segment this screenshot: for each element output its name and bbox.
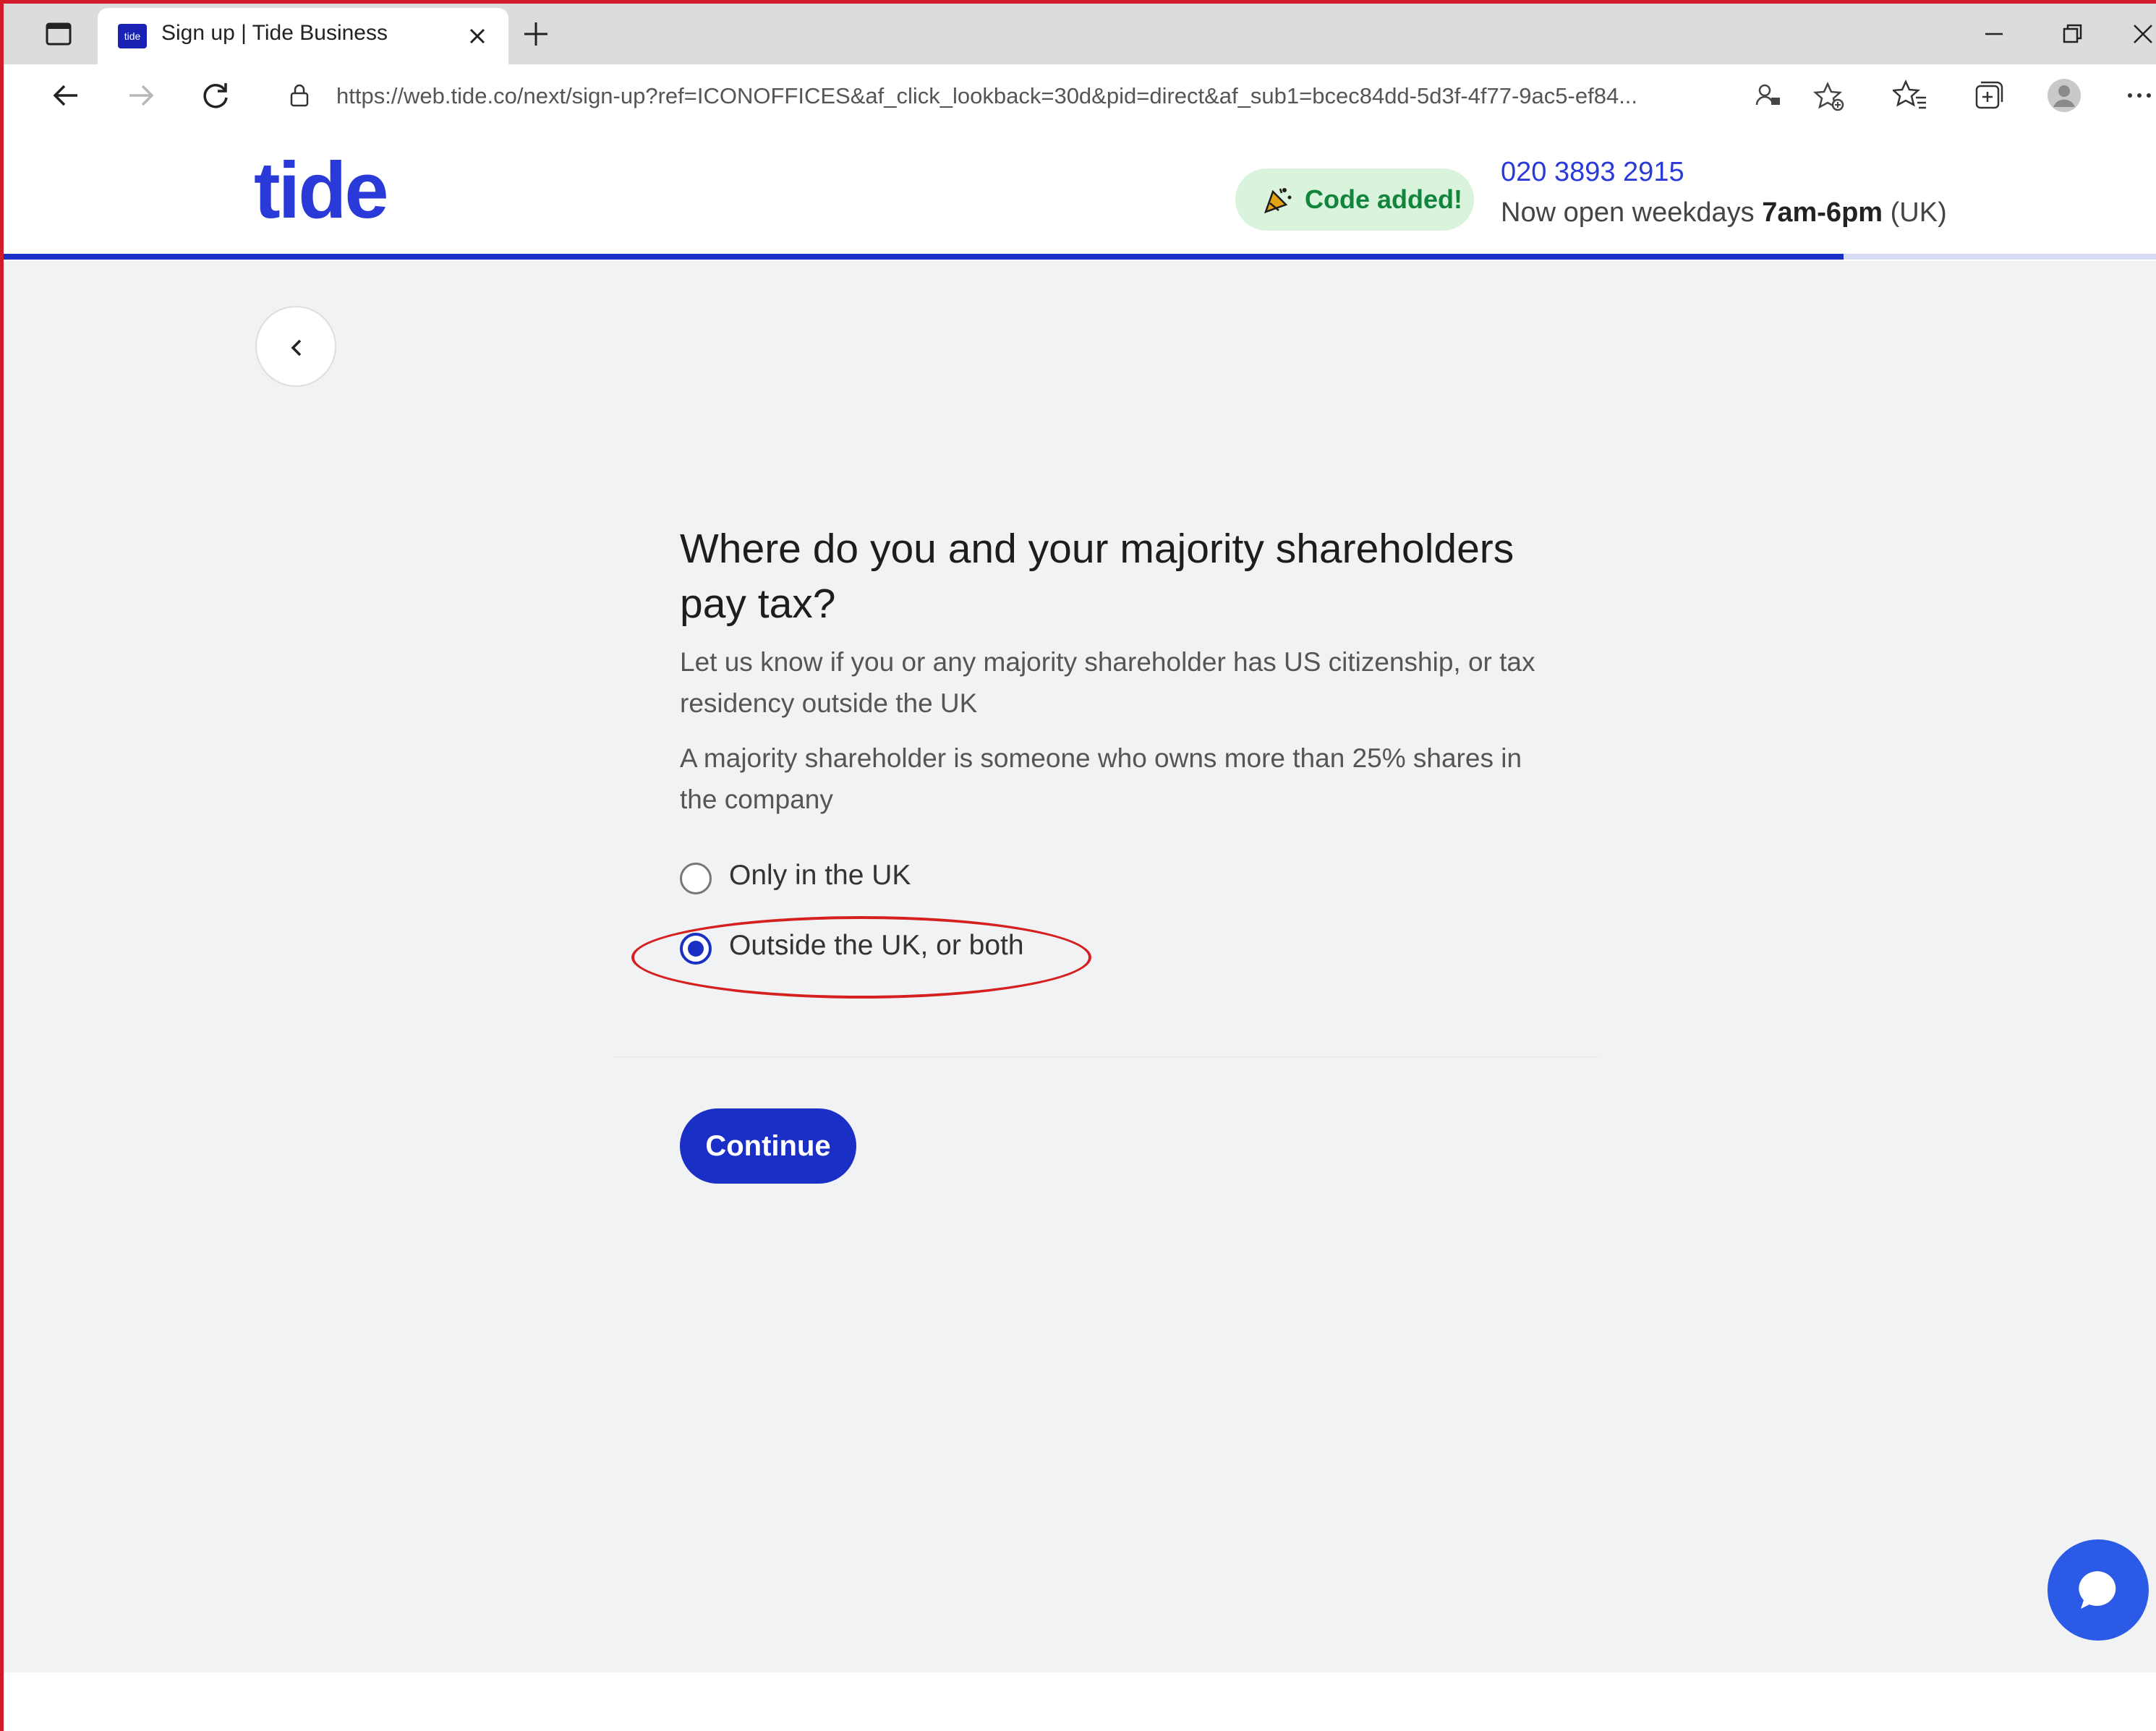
code-added-text: Code added! bbox=[1305, 184, 1463, 214]
tide-logo[interactable]: tide bbox=[254, 151, 389, 231]
refresh-icon[interactable] bbox=[197, 77, 234, 114]
annotation-ellipse bbox=[631, 916, 1091, 999]
arrow-right-icon[interactable] bbox=[122, 77, 158, 114]
tide-favicon-icon: tide bbox=[118, 24, 147, 48]
radio-label[interactable]: Only in the UK bbox=[729, 860, 911, 892]
close-icon[interactable] bbox=[465, 24, 490, 48]
description-majority-shareholder: A majority shareholder is someone who ow… bbox=[680, 743, 1522, 814]
browser-window: tide Sign up | Tide Business https://web… bbox=[0, 0, 2156, 1731]
party-popper-icon bbox=[1263, 184, 1293, 215]
site-header: tide Code added! 020 3893 2915 Now open … bbox=[4, 127, 2156, 260]
tab-strip: tide Sign up | Tide Business bbox=[4, 4, 2156, 64]
back-button[interactable] bbox=[255, 306, 336, 387]
description-citizenship: Let us know if you or any majority share… bbox=[680, 647, 1535, 718]
url-text[interactable]: https://web.tide.co/next/sign-up?ref=ICO… bbox=[336, 83, 1710, 109]
hours-prefix: Now open weekdays bbox=[1501, 197, 1755, 228]
window-close-icon[interactable] bbox=[2127, 18, 2156, 50]
chat-icon bbox=[2079, 1570, 2116, 1609]
favorites-icon[interactable] bbox=[1891, 77, 1929, 114]
tab-actions-icon[interactable] bbox=[41, 17, 76, 51]
minimize-icon[interactable] bbox=[1978, 18, 2010, 50]
lock-icon[interactable] bbox=[287, 83, 312, 108]
radio-option-only-uk[interactable]: Only in the UK bbox=[680, 858, 1114, 902]
browser-tab[interactable]: tide Sign up | Tide Business bbox=[98, 8, 508, 64]
address-bar[interactable]: https://web.tide.co/next/sign-up?ref=ICO… bbox=[264, 70, 1870, 121]
arrow-left-icon[interactable] bbox=[48, 77, 85, 114]
more-menu-icon[interactable] bbox=[2121, 77, 2156, 114]
hours-time: 7am-6pm bbox=[1762, 197, 1883, 228]
collections-icon[interactable] bbox=[1969, 77, 2006, 114]
opening-hours: Now open weekdays 7am-6pm (UK) bbox=[1501, 197, 1947, 228]
restore-icon[interactable] bbox=[2056, 18, 2088, 50]
page-title: Where do you and your majority sharehold… bbox=[680, 526, 1514, 627]
progress-bar bbox=[4, 254, 2156, 260]
continue-button[interactable]: Continue bbox=[680, 1108, 856, 1184]
hours-suffix: (UK) bbox=[1890, 197, 1947, 228]
phone-number[interactable]: 020 3893 2915 bbox=[1501, 157, 1684, 188]
main-content: Where do you and your majority sharehold… bbox=[4, 261, 2156, 1672]
plus-icon[interactable] bbox=[521, 20, 550, 48]
profile-avatar-icon[interactable] bbox=[2046, 77, 2082, 114]
add-favorite-icon[interactable] bbox=[1812, 80, 1845, 112]
read-aloud-icon[interactable] bbox=[1752, 80, 1784, 112]
browser-toolbar: https://web.tide.co/next/sign-up?ref=ICO… bbox=[4, 64, 2156, 127]
radio-button-unchecked[interactable] bbox=[680, 863, 712, 894]
divider bbox=[615, 1056, 1598, 1058]
code-added-badge: Code added! bbox=[1235, 168, 1474, 231]
progress-fill bbox=[4, 254, 1844, 260]
chevron-left-icon bbox=[291, 339, 302, 356]
tab-title: Sign up | Tide Business bbox=[161, 21, 388, 45]
chat-button[interactable] bbox=[2048, 1539, 2149, 1641]
